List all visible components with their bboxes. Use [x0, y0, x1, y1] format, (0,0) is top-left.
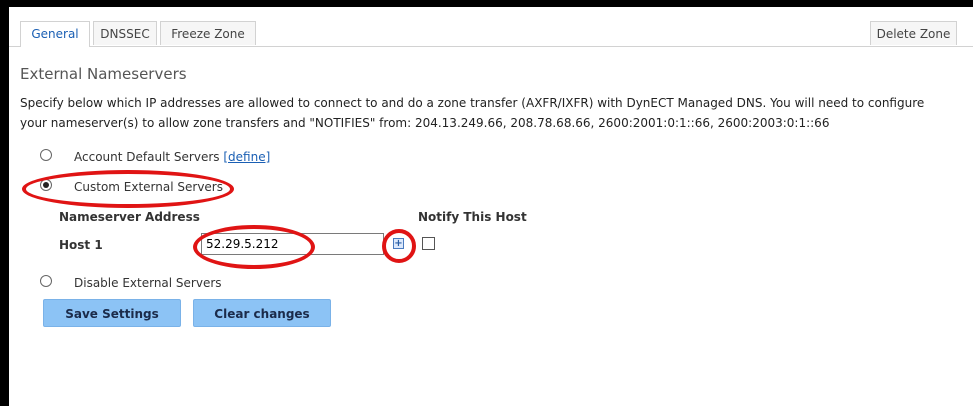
radio-disable-external[interactable]	[40, 275, 52, 287]
tab-freeze-zone[interactable]: Freeze Zone	[160, 21, 256, 45]
radio-custom-external[interactable]	[40, 179, 52, 191]
account-default-label: Account Default Servers	[74, 150, 220, 164]
notify-host-checkbox[interactable]	[422, 237, 435, 250]
tab-dnssec[interactable]: DNSSEC	[93, 21, 157, 45]
radio-label-account-default: Account Default Servers [define]	[74, 150, 270, 164]
define-link[interactable]: [define]	[223, 150, 270, 164]
radio-label-custom-external: Custom External Servers	[74, 180, 223, 194]
host-label: Host 1	[59, 238, 103, 252]
add-host-icon[interactable]: +	[393, 238, 404, 249]
radio-label-disable-external: Disable External Servers	[74, 276, 222, 290]
radio-account-default[interactable]	[40, 149, 52, 161]
host-address-input[interactable]	[201, 233, 384, 255]
section-description: Specify below which IP addresses are all…	[20, 96, 925, 130]
col-header-notify-host: Notify This Host	[418, 210, 527, 224]
tab-bar: General DNSSEC Freeze Zone Delete Zone	[9, 7, 973, 47]
col-header-nameserver-address: Nameserver Address	[59, 210, 200, 224]
zone-settings-panel: General DNSSEC Freeze Zone Delete Zone E…	[9, 7, 973, 406]
save-settings-button[interactable]: Save Settings	[43, 299, 181, 327]
clear-changes-button[interactable]: Clear changes	[193, 299, 331, 327]
tab-delete-zone[interactable]: Delete Zone	[870, 21, 957, 45]
section-title: External Nameservers	[20, 65, 187, 83]
tab-general[interactable]: General	[20, 21, 90, 47]
